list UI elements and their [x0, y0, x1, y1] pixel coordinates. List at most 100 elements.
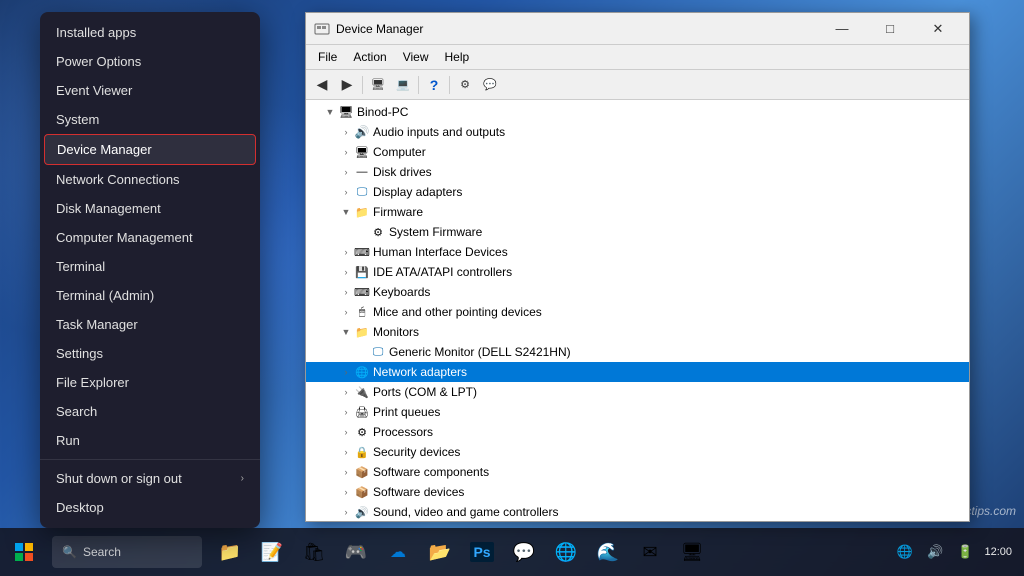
toolbar-forward[interactable]: ▶ — [335, 73, 359, 97]
tray-network-icon[interactable]: 🌐 — [894, 544, 916, 560]
menu-item-terminal[interactable]: Terminal — [40, 252, 260, 281]
tree-software-components[interactable]: › 📦 Software components — [306, 462, 969, 482]
tree-sound[interactable]: › 🔊 Sound, video and game controllers — [306, 502, 969, 521]
tree-disk[interactable]: › — Disk drives — [306, 162, 969, 182]
taskbar-photoshop[interactable]: Ps — [462, 532, 502, 572]
firmware-icon: 📁 — [354, 204, 370, 220]
tree-ports[interactable]: › 🔌 Ports (COM & LPT) — [306, 382, 969, 402]
sound-icon: 🔊 — [354, 504, 370, 520]
menu-item-network-connections[interactable]: Network Connections — [40, 165, 260, 194]
menu-item-power-options[interactable]: Power Options — [40, 47, 260, 76]
minimize-button[interactable]: — — [819, 15, 865, 43]
context-menu: Installed apps Power Options Event Viewe… — [40, 12, 260, 528]
toolbar-back[interactable]: ◀ — [310, 73, 334, 97]
tree-hid[interactable]: › ⌨ Human Interface Devices — [306, 242, 969, 262]
window-controls: — □ ✕ — [819, 15, 961, 43]
submenu-arrow: › — [241, 473, 244, 484]
sound-arrow: › — [338, 507, 354, 517]
computer-arrow: › — [338, 147, 354, 157]
toolbar-icon1[interactable]: 🖥 — [366, 73, 390, 97]
toolbar-sep-2 — [418, 76, 419, 94]
menu-view[interactable]: View — [395, 47, 437, 67]
security-label: Security devices — [373, 445, 460, 459]
tree-network[interactable]: › 🌐 Network adapters — [306, 362, 969, 382]
root-arrow: ▼ — [322, 107, 338, 117]
taskbar-store[interactable]: 🛍 — [294, 532, 334, 572]
taskbar: 🔍 Search 📁 📝 🛍 🎮 ☁ 📂 Ps — [0, 528, 1024, 576]
toolbar-icon3[interactable]: ⚙ — [453, 73, 477, 97]
tree-audio[interactable]: › 🔊 Audio inputs and outputs — [306, 122, 969, 142]
window-title: Device Manager — [336, 22, 813, 36]
menu-item-installed-apps[interactable]: Installed apps — [40, 18, 260, 47]
display-label: Display adapters — [373, 185, 462, 199]
taskbar-onedrive[interactable]: ☁ — [378, 532, 418, 572]
menu-item-file-explorer[interactable]: File Explorer — [40, 368, 260, 397]
maximize-button[interactable]: □ — [867, 15, 913, 43]
processors-label: Processors — [373, 425, 433, 439]
close-button[interactable]: ✕ — [915, 15, 961, 43]
taskbar-discord[interactable]: 💬 — [504, 532, 544, 572]
toolbar-help[interactable]: ? — [422, 73, 446, 97]
menu-item-run[interactable]: Run — [40, 426, 260, 455]
tree-security[interactable]: › 🔒 Security devices — [306, 442, 969, 462]
taskbar-sticky-notes[interactable]: 📝 — [252, 532, 292, 572]
audio-arrow: › — [338, 127, 354, 137]
tree-software-devices[interactable]: › 📦 Software devices — [306, 482, 969, 502]
taskbar-edge[interactable]: 🌊 — [588, 532, 628, 572]
taskbar-3d[interactable]: 🎮 — [336, 532, 376, 572]
keyboards-label: Keyboards — [373, 285, 430, 299]
menu-item-search[interactable]: Search — [40, 397, 260, 426]
tree-print[interactable]: › 🖨 Print queues — [306, 402, 969, 422]
tree-display[interactable]: › 🖵 Display adapters — [306, 182, 969, 202]
toolbar-icon2[interactable]: 💻 — [391, 73, 415, 97]
menu-item-disk-management[interactable]: Disk Management — [40, 194, 260, 223]
tree-ide[interactable]: › 💾 IDE ATA/ATAPI controllers — [306, 262, 969, 282]
taskbar-other[interactable]: 🖥 — [672, 532, 712, 572]
network-icon: 🌐 — [354, 364, 370, 380]
taskbar-file-explorer[interactable]: 📁 — [210, 532, 250, 572]
print-arrow: › — [338, 407, 354, 417]
tree-computer[interactable]: › 🖥 Computer — [306, 142, 969, 162]
menu-item-task-manager[interactable]: Task Manager — [40, 310, 260, 339]
tree-mice[interactable]: › 🖱 Mice and other pointing devices — [306, 302, 969, 322]
menu-help[interactable]: Help — [437, 47, 478, 67]
mice-arrow: › — [338, 307, 354, 317]
tray-battery-icon[interactable]: 🔋 — [954, 544, 976, 560]
menu-item-desktop[interactable]: Desktop — [40, 493, 260, 522]
tray-volume-icon[interactable]: 🔊 — [924, 544, 946, 560]
tree-system-firmware[interactable]: ⚙ System Firmware — [306, 222, 969, 242]
menu-item-computer-management[interactable]: Computer Management — [40, 223, 260, 252]
menu-item-settings[interactable]: Settings — [40, 339, 260, 368]
menu-action[interactable]: Action — [345, 47, 394, 67]
menu-file[interactable]: File — [310, 47, 345, 67]
tray-time[interactable]: 12:00 — [984, 546, 1012, 558]
system-tray: 🌐 🔊 🔋 12:00 — [894, 544, 1024, 560]
toolbar-sep-1 — [362, 76, 363, 94]
menu-item-device-manager[interactable]: Device Manager — [44, 134, 256, 165]
menu-item-shut-down[interactable]: Shut down or sign out › — [40, 464, 260, 493]
hid-label: Human Interface Devices — [373, 245, 508, 259]
tree-root[interactable]: ▼ 🖥 Binod-PC — [306, 102, 969, 122]
security-icon: 🔒 — [354, 444, 370, 460]
root-icon: 🖥 — [338, 104, 354, 120]
tree-monitors[interactable]: ▼ 📁 Monitors — [306, 322, 969, 342]
network-label: Network adapters — [373, 365, 467, 379]
tree-keyboards[interactable]: › ⌨ Keyboards — [306, 282, 969, 302]
taskbar-search-bar[interactable]: 🔍 Search — [52, 536, 202, 568]
tree-firmware[interactable]: ▼ 📁 Firmware — [306, 202, 969, 222]
ports-icon: 🔌 — [354, 384, 370, 400]
taskbar-folder[interactable]: 📂 — [420, 532, 460, 572]
start-button[interactable] — [0, 528, 48, 576]
processors-arrow: › — [338, 427, 354, 437]
swdev-icon: 📦 — [354, 484, 370, 500]
menu-item-system[interactable]: System — [40, 105, 260, 134]
taskbar-mail[interactable]: ✉ — [630, 532, 670, 572]
menu-item-terminal-admin[interactable]: Terminal (Admin) — [40, 281, 260, 310]
tree-processors[interactable]: › ⚙ Processors — [306, 422, 969, 442]
ide-arrow: › — [338, 267, 354, 277]
menu-item-event-viewer[interactable]: Event Viewer — [40, 76, 260, 105]
taskbar-chrome[interactable]: 🌐 — [546, 532, 586, 572]
root-label: Binod-PC — [357, 105, 408, 119]
tree-generic-monitor[interactable]: 🖵 Generic Monitor (DELL S2421HN) — [306, 342, 969, 362]
toolbar-icon4[interactable]: 💬 — [478, 73, 502, 97]
